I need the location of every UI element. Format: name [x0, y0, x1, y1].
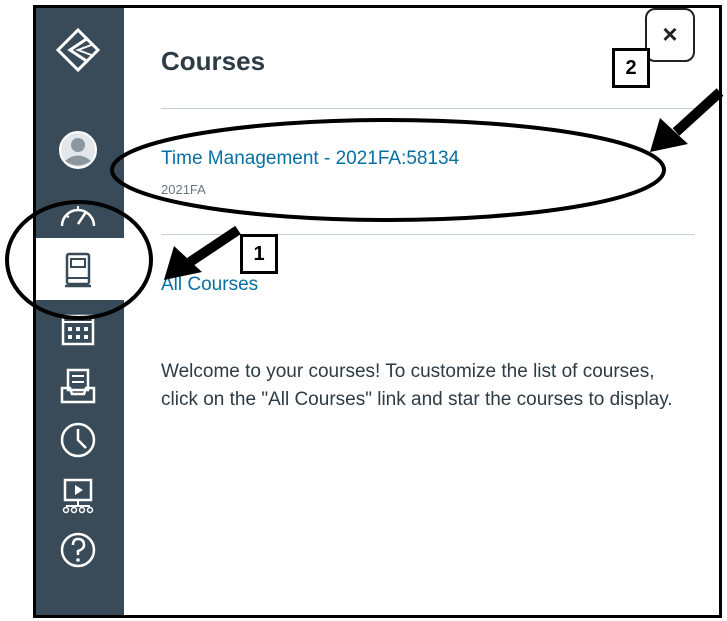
help-icon[interactable]	[56, 528, 100, 572]
courses-tray: Courses Time Management - 2021FA:58134 2…	[124, 8, 719, 615]
course-link[interactable]: Time Management - 2021FA:58134	[161, 148, 459, 170]
callout-2: 2	[612, 48, 650, 88]
course-term: 2021FA	[161, 182, 206, 197]
user-icon[interactable]	[56, 128, 100, 172]
welcome-message: Welcome to your courses! To customize th…	[161, 361, 673, 410]
global-navigation	[36, 8, 124, 615]
close-tray-button[interactable]: ×	[645, 8, 695, 62]
calendar-icon[interactable]	[56, 308, 100, 352]
all-courses-link[interactable]: All Courses	[161, 274, 258, 296]
dashboard-icon[interactable]	[56, 194, 100, 238]
studio-icon[interactable]	[56, 474, 100, 518]
inbox-icon[interactable]	[56, 364, 100, 408]
clock-icon[interactable]	[56, 418, 100, 462]
canvas-logo-icon[interactable]	[56, 28, 100, 72]
book-icon[interactable]	[56, 248, 100, 292]
app-frame: Courses Time Management - 2021FA:58134 2…	[33, 5, 722, 618]
divider	[161, 108, 695, 109]
callout-1: 1	[240, 234, 278, 274]
tray-title: Courses	[161, 46, 266, 76]
